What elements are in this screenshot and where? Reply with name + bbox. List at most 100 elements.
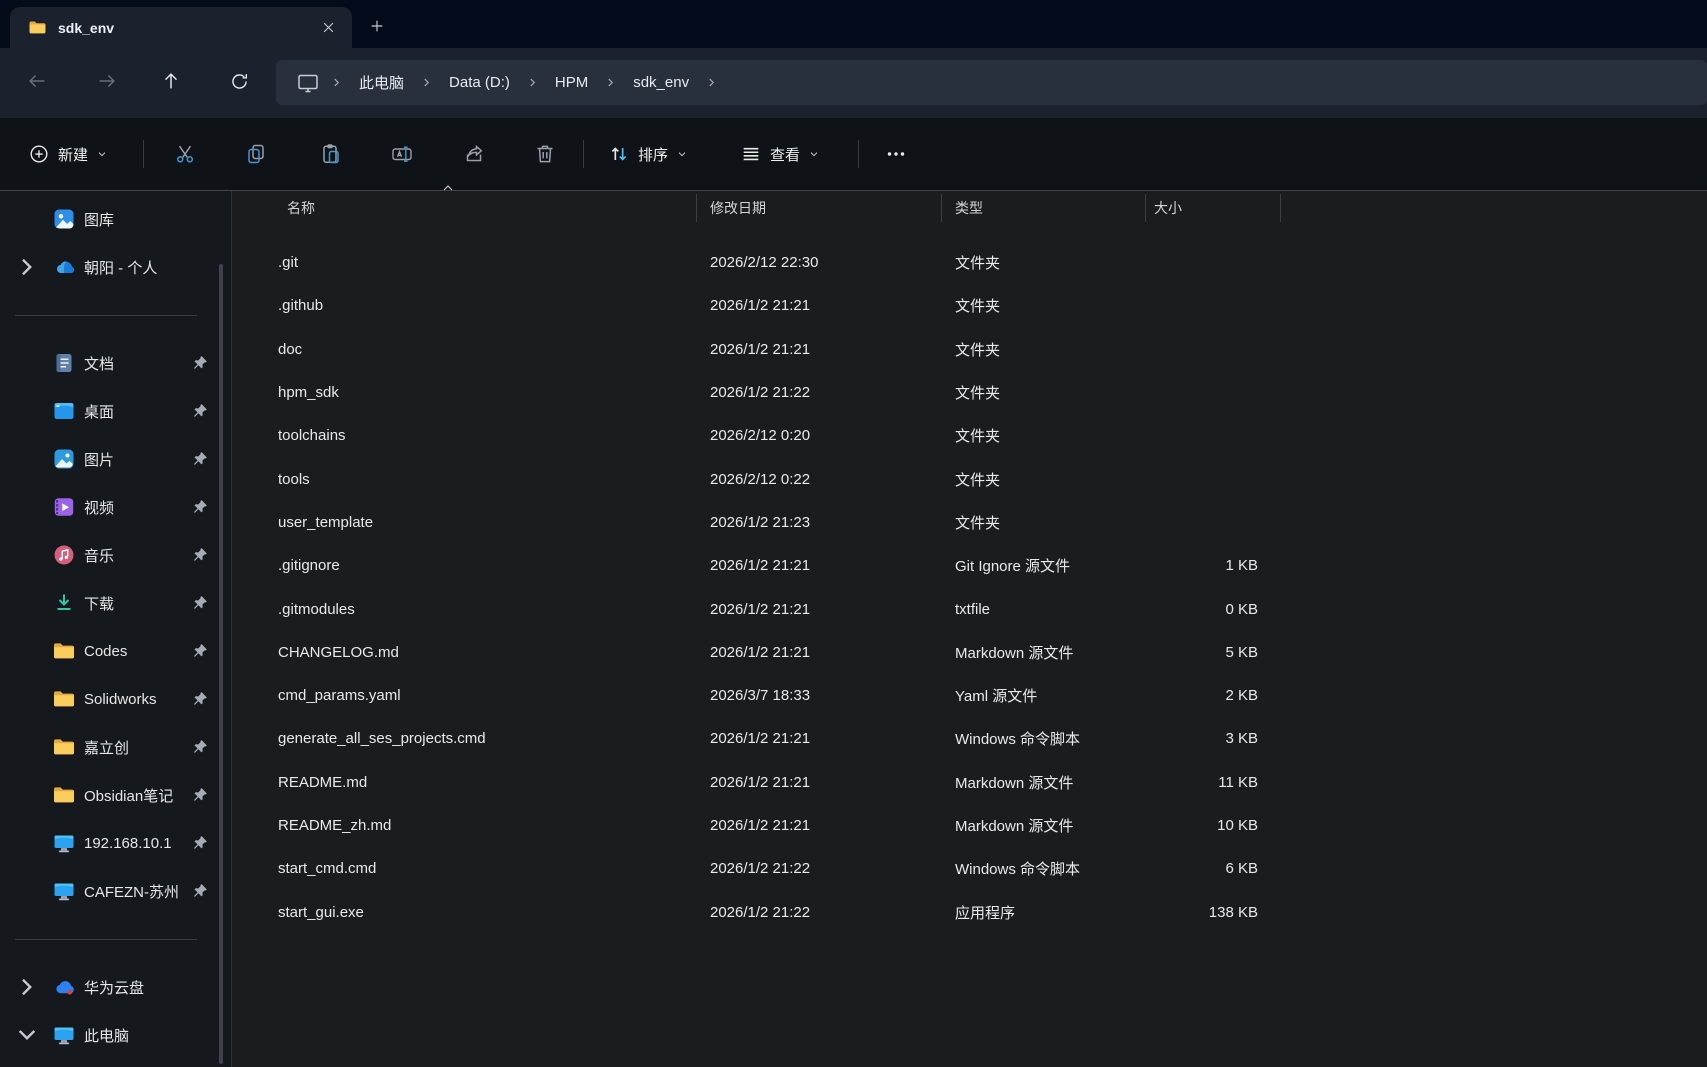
- file-row[interactable]: doc2026/1/2 21:21文件夹: [232, 328, 1707, 371]
- file-name-cell: start_gui.exe: [232, 904, 696, 921]
- sidebar-item-label: 音乐: [84, 545, 114, 566]
- huawei-cloud-icon: [52, 975, 76, 999]
- chevron-right-icon[interactable]: [14, 259, 40, 275]
- sidebar-item-obsidian-notes[interactable]: Obsidian笔记: [0, 771, 231, 819]
- file-row[interactable]: .git2026/2/12 22:30文件夹: [232, 241, 1707, 284]
- sidebar-item-this-pc[interactable]: 此电脑: [0, 1011, 231, 1059]
- file-date-modified: 2026/3/7 18:33: [696, 687, 941, 704]
- chevron-right-icon[interactable]: [520, 77, 545, 88]
- sidebar-item-desktop[interactable]: 桌面: [0, 387, 231, 435]
- column-header-name[interactable]: 名称: [232, 198, 696, 218]
- command-toolbar: 新建 排序 查看: [0, 118, 1707, 191]
- file-row[interactable]: README.md2026/1/2 21:21Markdown 源文件11 KB: [232, 761, 1707, 804]
- back-button[interactable]: [18, 62, 56, 100]
- column-resize-handle[interactable]: [1145, 194, 1146, 222]
- pin-icon: [191, 594, 209, 612]
- file-name: user_template: [278, 514, 373, 531]
- new-button[interactable]: 新建: [18, 134, 118, 174]
- forward-button[interactable]: [88, 62, 126, 100]
- file-row[interactable]: README_zh.md2026/1/2 21:21Markdown 源文件10…: [232, 804, 1707, 847]
- sidebar-item-codes[interactable]: Codes: [0, 627, 231, 675]
- file-date-modified: 2026/1/2 21:23: [696, 514, 941, 531]
- chevron-right-icon[interactable]: [699, 77, 724, 88]
- file-row[interactable]: generate_all_ses_projects.cmd2026/1/2 21…: [232, 717, 1707, 760]
- copy-button[interactable]: [236, 134, 276, 174]
- address-bar[interactable]: 此电脑 Data (D:) HPM sdk_env: [276, 60, 1707, 105]
- file-row[interactable]: cmd_params.yaml2026/3/7 18:33Yaml 源文件2 K…: [232, 674, 1707, 717]
- breadcrumb-item[interactable]: Data (D:): [439, 70, 520, 95]
- breadcrumb-item[interactable]: sdk_env: [623, 70, 699, 95]
- file-type: Yaml 源文件: [941, 685, 1145, 706]
- chevron-right-icon[interactable]: [414, 77, 439, 88]
- folder-icon: [52, 639, 76, 663]
- view-button[interactable]: 查看: [730, 134, 830, 174]
- sidebar-item-gallery[interactable]: 图库: [0, 195, 231, 243]
- explorer-tab[interactable]: sdk_env: [10, 7, 352, 48]
- sidebar-item-network-pc-cafezn[interactable]: CAFEZN-苏州: [0, 867, 231, 915]
- sidebar-item-jialichuang[interactable]: 嘉立创: [0, 723, 231, 771]
- column-header-size[interactable]: 大小: [1145, 198, 1280, 218]
- sidebar-item-huawei-cloud[interactable]: 华为云盘: [0, 963, 231, 1011]
- sidebar-item-label: Obsidian笔记: [84, 785, 173, 806]
- cut-button[interactable]: [165, 134, 205, 174]
- sidebar-item-label: 视频: [84, 497, 114, 518]
- file-row[interactable]: CHANGELOG.md2026/1/2 21:21Markdown 源文件5 …: [232, 631, 1707, 674]
- scissors-icon: [173, 142, 197, 166]
- file-date-modified: 2026/1/2 21:21: [696, 297, 941, 314]
- file-row[interactable]: start_cmd.cmd2026/1/2 21:22Windows 命令脚本6…: [232, 847, 1707, 890]
- chevron-spacer: [14, 499, 40, 515]
- file-row[interactable]: tools2026/2/12 0:22文件夹: [232, 457, 1707, 500]
- delete-button[interactable]: [525, 134, 565, 174]
- chevron-down-icon: [808, 148, 820, 160]
- tab-title: sdk_env: [58, 20, 315, 36]
- refresh-button[interactable]: [220, 62, 258, 100]
- file-row[interactable]: toolchains2026/2/12 0:20文件夹: [232, 414, 1707, 457]
- chevron-right-icon[interactable]: [324, 77, 349, 88]
- file-row[interactable]: start_gui.exe2026/1/2 21:22应用程序138 KB: [232, 890, 1707, 933]
- file-name: doc: [278, 341, 302, 358]
- share-button[interactable]: [455, 134, 495, 174]
- rename-button[interactable]: [382, 134, 422, 174]
- file-type: 文件夹: [941, 252, 1145, 273]
- file-row[interactable]: hpm_sdk2026/1/2 21:22文件夹: [232, 371, 1707, 414]
- sidebar-scrollbar[interactable]: [219, 264, 223, 1064]
- column-resize-handle[interactable]: [1280, 194, 1281, 222]
- file-row[interactable]: .github2026/1/2 21:21文件夹: [232, 284, 1707, 327]
- file-row[interactable]: user_template2026/1/2 21:23文件夹: [232, 501, 1707, 544]
- file-name: README_zh.md: [278, 817, 391, 834]
- sidebar-item-label: 图库: [84, 209, 114, 230]
- tab-close-icon[interactable]: [315, 14, 342, 41]
- file-row[interactable]: .gitignore2026/1/2 21:21Git Ignore 源文件1 …: [232, 544, 1707, 587]
- column-header-type[interactable]: 类型: [941, 198, 1145, 218]
- column-resize-handle[interactable]: [941, 194, 942, 222]
- file-name-cell: doc: [232, 341, 696, 358]
- sort-button-label: 排序: [638, 144, 668, 165]
- sidebar-item-onedrive-personal[interactable]: 朝阳 - 个人: [0, 243, 231, 291]
- new-tab-button[interactable]: [362, 11, 392, 41]
- more-options-button[interactable]: [874, 134, 918, 174]
- chevron-down-icon[interactable]: [14, 1027, 40, 1043]
- column-resize-handle[interactable]: [696, 194, 697, 222]
- sidebar-divider: [0, 291, 231, 339]
- up-button[interactable]: [152, 62, 190, 100]
- file-date-modified: 2026/1/2 21:21: [696, 730, 941, 747]
- sidebar-item-documents[interactable]: 文档: [0, 339, 231, 387]
- sidebar-item-videos[interactable]: 视频: [0, 483, 231, 531]
- sidebar-item-downloads[interactable]: 下载: [0, 579, 231, 627]
- breadcrumb-item[interactable]: HPM: [545, 70, 598, 95]
- sidebar-item-pictures[interactable]: 图片: [0, 435, 231, 483]
- trash-icon: [533, 142, 557, 166]
- file-type: Markdown 源文件: [941, 772, 1145, 793]
- sort-button[interactable]: 排序: [598, 134, 698, 174]
- chevron-right-icon[interactable]: [598, 77, 623, 88]
- column-header-date-modified[interactable]: 修改日期: [696, 198, 941, 218]
- paste-button[interactable]: [311, 134, 351, 174]
- chevron-right-icon[interactable]: [14, 979, 40, 995]
- sidebar-item-network-pc-192[interactable]: 192.168.10.1: [0, 819, 231, 867]
- sidebar-item-solidworks[interactable]: Solidworks: [0, 675, 231, 723]
- breadcrumb-item[interactable]: 此电脑: [349, 68, 414, 97]
- file-row[interactable]: .gitmodules2026/1/2 21:21txtfile0 KB: [232, 587, 1707, 630]
- sidebar-item-music[interactable]: 音乐: [0, 531, 231, 579]
- pin-icon: [191, 690, 209, 708]
- folder-icon: [52, 735, 76, 759]
